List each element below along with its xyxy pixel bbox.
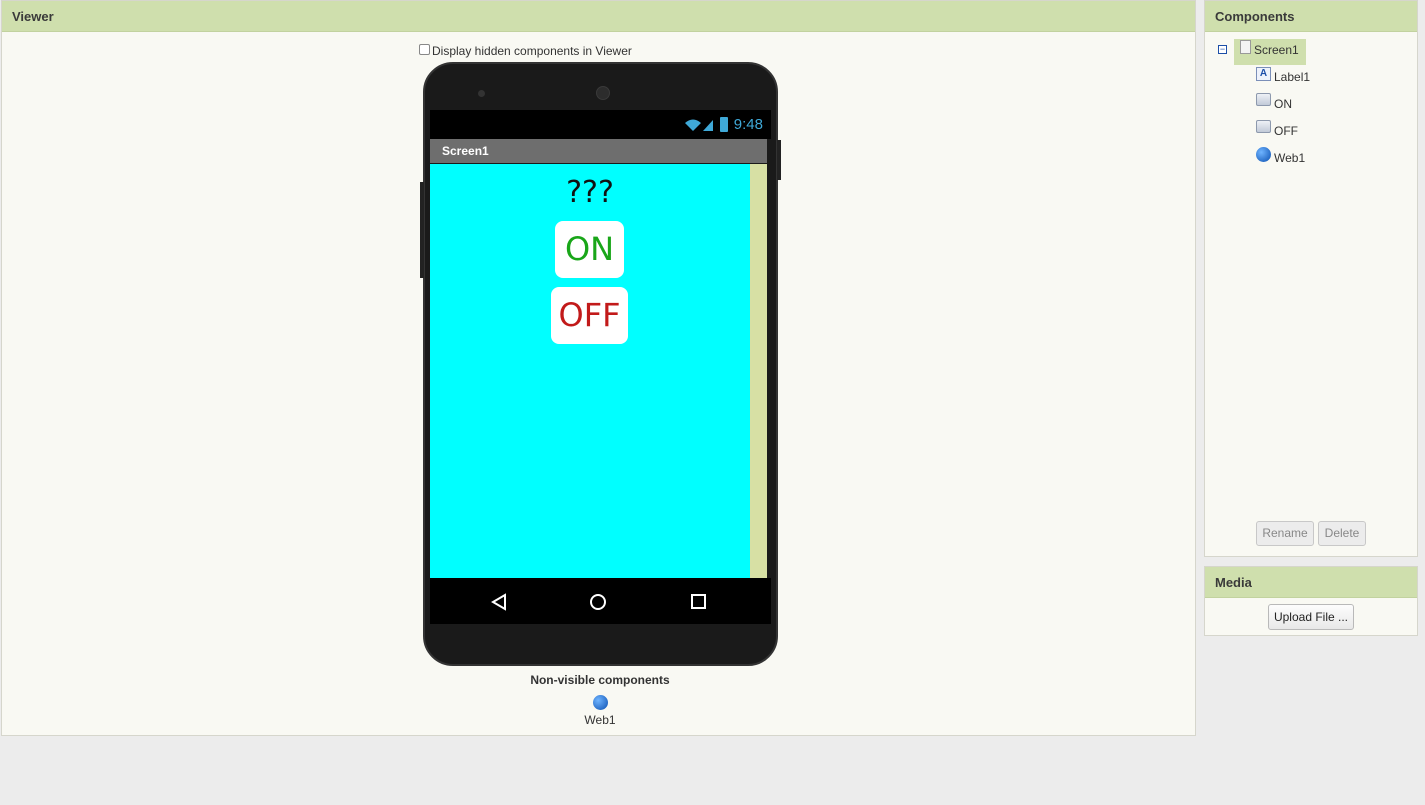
button-icon xyxy=(1256,120,1271,133)
screen-icon xyxy=(1240,40,1251,54)
tree-item-on[interactable]: ON xyxy=(1256,93,1292,111)
phone-nav-bar xyxy=(430,578,771,624)
back-icon xyxy=(491,593,506,611)
phone-status-bar: 9:48 xyxy=(430,110,771,139)
tree-item-label: Web1 xyxy=(1274,151,1306,165)
label1[interactable]: ??? xyxy=(430,175,750,210)
nonvisible-components-title: Non-visible components xyxy=(530,673,670,687)
phone-volume-button xyxy=(420,182,424,278)
tree-item-web1[interactable]: Web1 xyxy=(1256,147,1306,165)
media-panel: Media Upload File ... xyxy=(1204,566,1418,636)
components-header: Components xyxy=(1205,1,1417,32)
tree-item-screen1[interactable]: Screen1 xyxy=(1234,39,1306,65)
phone-screen: ??? ON OFF xyxy=(430,164,750,578)
display-hidden-checkbox[interactable] xyxy=(419,44,430,55)
upload-file-button[interactable]: Upload File ... xyxy=(1268,604,1354,630)
phone-title-bar: Screen1 xyxy=(430,139,767,163)
web-icon[interactable] xyxy=(593,695,608,710)
nonvisible-web1-label[interactable]: Web1 xyxy=(562,713,638,727)
phone-speaker-icon xyxy=(596,86,610,100)
wifi-signal-icon xyxy=(684,119,713,131)
phone-preview: 9:48 Screen1 ??? ON OFF xyxy=(420,62,781,666)
tree-item-label: ON xyxy=(1274,97,1292,111)
tree-item-label: Label1 xyxy=(1274,70,1311,84)
viewer-header: Viewer xyxy=(2,1,1195,32)
rename-button[interactable]: Rename xyxy=(1256,521,1314,546)
on-button[interactable]: ON xyxy=(555,221,624,278)
status-time: 9:48 xyxy=(733,116,763,133)
button-icon xyxy=(1256,93,1271,106)
tree-item-label: Screen1 xyxy=(1254,43,1299,57)
viewer-panel: Viewer Display hidden components in View… xyxy=(1,0,1196,736)
home-icon xyxy=(590,594,606,610)
components-panel: Components − Screen1 A Label1 ON OFF Web… xyxy=(1204,0,1418,557)
media-header: Media xyxy=(1205,567,1417,598)
recent-apps-icon xyxy=(691,594,706,609)
display-hidden-label: Display hidden components in Viewer xyxy=(432,44,632,58)
label-icon: A xyxy=(1256,67,1271,81)
screen-scroll-strip xyxy=(750,164,767,578)
delete-button[interactable]: Delete xyxy=(1318,521,1366,546)
web-icon xyxy=(1256,147,1271,162)
battery-icon xyxy=(719,117,728,132)
tree-item-off[interactable]: OFF xyxy=(1256,120,1298,138)
off-button[interactable]: OFF xyxy=(551,287,628,344)
collapse-icon[interactable]: − xyxy=(1218,45,1227,54)
phone-power-button xyxy=(777,140,781,180)
tree-item-label1[interactable]: A Label1 xyxy=(1256,67,1311,84)
display-hidden-toggle[interactable]: Display hidden components in Viewer xyxy=(419,44,632,58)
phone-camera-icon xyxy=(478,90,485,97)
tree-item-label: OFF xyxy=(1274,124,1298,138)
